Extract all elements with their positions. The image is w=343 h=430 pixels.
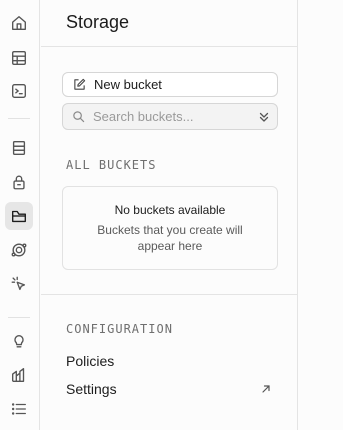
search-icon (73, 111, 85, 123)
edge-functions-icon[interactable] (5, 236, 33, 264)
advisors-icon[interactable] (5, 327, 33, 355)
configuration-heading: CONFIGURATION (66, 322, 173, 336)
search-input[interactable] (93, 109, 257, 124)
policies-link[interactable]: Policies (66, 353, 114, 369)
new-bucket-button[interactable]: New bucket (62, 72, 278, 97)
search-bar (62, 103, 278, 130)
realtime-icon[interactable] (5, 270, 33, 298)
all-buckets-heading: ALL BUCKETS (66, 158, 157, 172)
empty-buckets-card: No buckets available Buckets that you cr… (62, 186, 278, 270)
new-bucket-label: New bucket (94, 77, 162, 92)
storage-panel: Storage New bucket ALL BUCKETS No bucket… (41, 0, 298, 430)
table-editor-icon[interactable] (5, 44, 33, 72)
logs-icon[interactable] (5, 395, 33, 423)
sql-editor-icon[interactable] (5, 77, 33, 105)
external-link-icon (262, 385, 270, 393)
empty-title: No buckets available (114, 203, 226, 217)
home-icon[interactable] (5, 9, 33, 37)
storage-icon[interactable] (5, 202, 33, 230)
database-icon[interactable] (5, 134, 33, 162)
chevrons-down-icon[interactable] (257, 110, 271, 124)
empty-text: Buckets that you create will appear here (97, 223, 243, 253)
icon-rail (0, 0, 40, 430)
header-divider (41, 46, 297, 47)
settings-link[interactable]: Settings (66, 381, 117, 397)
edit-icon (74, 78, 86, 90)
auth-icon[interactable] (5, 168, 33, 196)
page-title: Storage (66, 12, 130, 32)
reports-icon[interactable] (5, 361, 33, 389)
section-divider (41, 294, 297, 295)
